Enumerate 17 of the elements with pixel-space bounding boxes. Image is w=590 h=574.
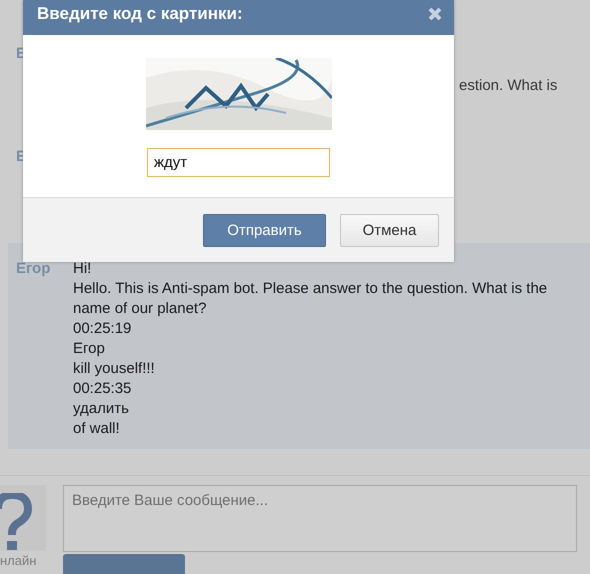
message-text: estion. What is (459, 76, 558, 96)
message-text: удалить (73, 399, 129, 419)
message-text: Hello. This is Anti-spam bot. Please answer to the question. What is the name of our planet? (73, 279, 548, 319)
message-field[interactable]: Введите Ваше сообщение... (63, 485, 577, 552)
submit-button[interactable]: Отправить (203, 214, 326, 246)
message-text: kill youself!!! (73, 359, 155, 379)
status-text: нлайн (0, 553, 36, 570)
message-text: Егор (73, 339, 105, 359)
message-text: 00:25:19 (73, 319, 132, 339)
code-input[interactable]: ждут (147, 148, 330, 177)
message-text: 00:25:35 (73, 379, 132, 399)
cancel-button[interactable]: Отмена (340, 214, 439, 246)
close-icon[interactable] (428, 6, 442, 20)
message-text: Hi! (73, 259, 92, 279)
message-text: of wall! (73, 419, 120, 439)
question-mark-icon (0, 493, 32, 551)
dialog-title: Введите код с картинки: (37, 4, 243, 24)
